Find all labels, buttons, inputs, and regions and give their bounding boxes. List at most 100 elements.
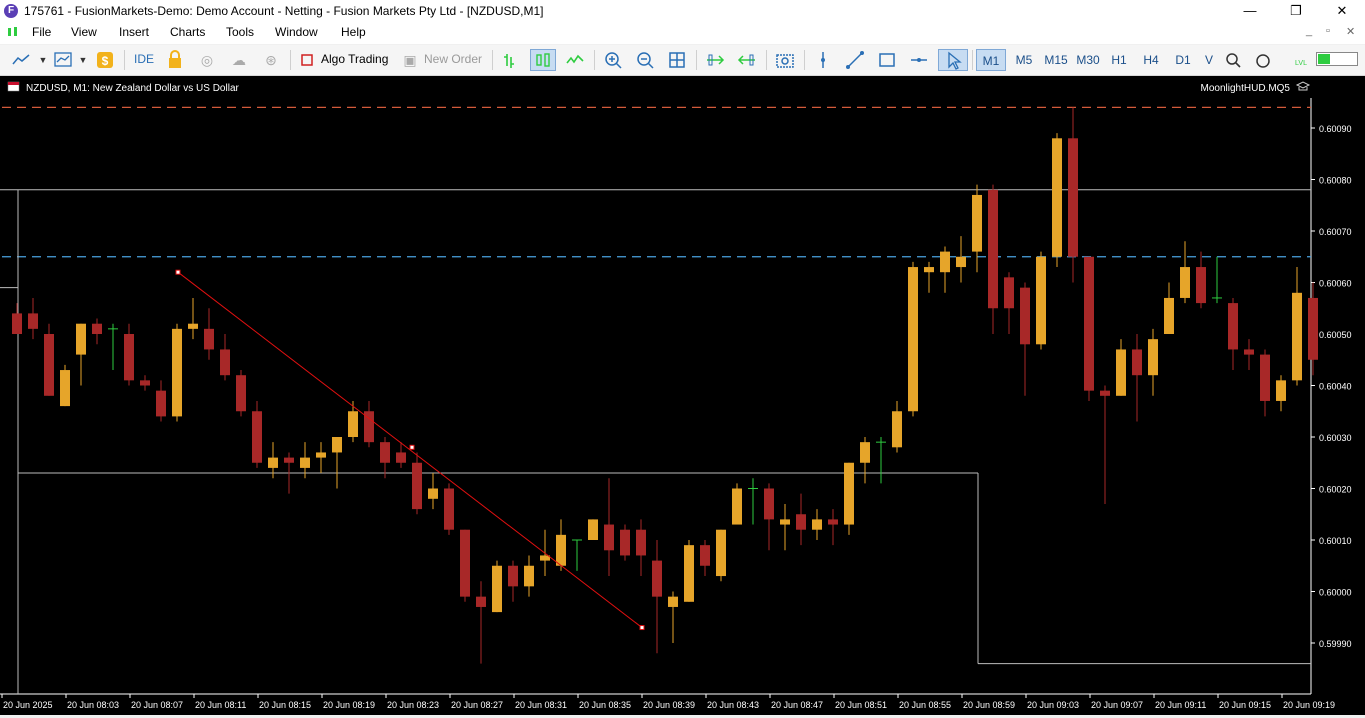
chart-window[interactable]: NZDUSD, M1: New Zealand Dollar vs US Dol… bbox=[0, 76, 1365, 715]
candle-body bbox=[252, 411, 262, 463]
indicators-icon[interactable] bbox=[52, 49, 74, 71]
cursor-icon[interactable] bbox=[938, 49, 968, 71]
candle[interactable] bbox=[620, 524, 630, 561]
zoom-in-icon[interactable] bbox=[602, 49, 624, 71]
candle[interactable] bbox=[60, 364, 70, 407]
candle-body bbox=[268, 457, 278, 468]
candle-body bbox=[684, 545, 694, 602]
timeframe-m1[interactable]: M1 bbox=[976, 49, 1006, 71]
candle-body bbox=[140, 380, 150, 386]
new-order-button[interactable]: New Order bbox=[424, 52, 482, 66]
candle-body bbox=[396, 452, 406, 463]
market-dollar-icon[interactable]: $ bbox=[94, 49, 116, 71]
trendline-icon[interactable] bbox=[844, 49, 866, 71]
candle[interactable] bbox=[716, 529, 726, 582]
chart-background bbox=[0, 76, 1365, 715]
candle[interactable] bbox=[684, 540, 694, 602]
bar-chart-icon[interactable] bbox=[500, 49, 522, 71]
price-tick-label: 0.59990 bbox=[1319, 639, 1352, 649]
chevron-down-icon[interactable]: ▼ bbox=[32, 49, 54, 71]
menu-charts[interactable]: Charts bbox=[170, 25, 205, 39]
candle-body bbox=[780, 519, 790, 525]
autoscroll-icon[interactable] bbox=[704, 49, 726, 71]
line-chart-icon[interactable] bbox=[564, 49, 586, 71]
candle[interactable] bbox=[492, 560, 502, 613]
candle-body bbox=[188, 323, 198, 329]
signal-icon[interactable]: ◎ bbox=[196, 49, 218, 71]
indicator-label: MoonlightHUD.MQ5 bbox=[1201, 83, 1291, 94]
new-order-icon[interactable]: ▣ bbox=[399, 49, 421, 71]
candle[interactable] bbox=[1084, 256, 1094, 401]
candle[interactable] bbox=[460, 529, 470, 602]
timeframe-d1[interactable]: D1 bbox=[1170, 49, 1196, 71]
time-tick-label: 20 Jun 08:11 bbox=[195, 700, 246, 710]
menu-help[interactable]: Help bbox=[341, 25, 366, 39]
screenshot-icon[interactable] bbox=[774, 49, 796, 71]
ide-button[interactable]: IDE bbox=[134, 52, 154, 66]
candlestick-chart-icon[interactable] bbox=[530, 49, 556, 71]
rectangle-tool-icon[interactable] bbox=[876, 49, 898, 71]
menu-insert[interactable]: Insert bbox=[119, 25, 149, 39]
trendline-handle[interactable] bbox=[639, 625, 645, 631]
candle-body bbox=[236, 375, 246, 412]
trendline-handle[interactable] bbox=[409, 444, 415, 450]
restore-button[interactable]: ❐ bbox=[1273, 0, 1319, 22]
candle[interactable] bbox=[1052, 133, 1062, 268]
time-tick-label: 20 Jun 09:11 bbox=[1155, 700, 1206, 710]
vertical-line-icon[interactable] bbox=[812, 49, 834, 71]
candle[interactable] bbox=[732, 483, 742, 525]
cloud-icon[interactable]: ☁ bbox=[228, 49, 250, 71]
candle[interactable] bbox=[1036, 251, 1046, 350]
close-button[interactable]: ✕ bbox=[1319, 0, 1365, 22]
time-tick-label: 20 Jun 09:03 bbox=[1027, 700, 1079, 710]
horizontal-line-icon[interactable] bbox=[908, 49, 930, 71]
algo-trading-stop-icon[interactable] bbox=[296, 49, 318, 71]
candle[interactable] bbox=[908, 261, 918, 417]
candle-body bbox=[60, 370, 70, 407]
candle[interactable] bbox=[236, 370, 246, 417]
menu-tools[interactable]: Tools bbox=[226, 25, 254, 39]
tile-windows-icon[interactable] bbox=[666, 49, 688, 71]
child-minimize-button[interactable]: _ bbox=[1306, 25, 1312, 37]
candle[interactable] bbox=[172, 323, 182, 422]
child-restore-button[interactable]: ▫ bbox=[1326, 25, 1330, 37]
candle[interactable] bbox=[444, 483, 454, 535]
time-tick-label: 20 Jun 08:59 bbox=[963, 700, 1015, 710]
trendline-handle[interactable] bbox=[175, 269, 181, 275]
time-tick-label: 20 Jun 08:39 bbox=[643, 700, 695, 710]
timeframe-h4[interactable]: H4 bbox=[1138, 49, 1164, 71]
chart-shift-icon[interactable] bbox=[736, 49, 758, 71]
vps-icon[interactable]: ⊛ bbox=[260, 49, 282, 71]
time-tick-label: 20 Jun 09:07 bbox=[1091, 700, 1143, 710]
timeframe-h1[interactable]: H1 bbox=[1106, 49, 1132, 71]
timeframe-more[interactable]: V bbox=[1202, 49, 1216, 71]
candle-body bbox=[316, 452, 326, 458]
timeframe-m15[interactable]: M15 bbox=[1041, 49, 1071, 71]
time-tick-label: 20 Jun 09:19 bbox=[1283, 700, 1335, 710]
candle[interactable] bbox=[588, 519, 598, 540]
candle[interactable] bbox=[844, 462, 854, 535]
menu-file[interactable]: File bbox=[32, 25, 51, 39]
minimize-button[interactable]: — bbox=[1227, 0, 1273, 22]
candle[interactable] bbox=[44, 323, 54, 396]
candle-body bbox=[924, 267, 934, 273]
lock-icon[interactable] bbox=[164, 49, 186, 71]
menu-window[interactable]: Window bbox=[275, 25, 318, 39]
timeframe-m30[interactable]: M30 bbox=[1073, 49, 1103, 71]
candle-body bbox=[1020, 287, 1030, 345]
candle-body bbox=[1084, 256, 1094, 391]
time-tick-label: 20 Jun 08:31 bbox=[515, 700, 567, 710]
chevron-down-icon[interactable]: ▼ bbox=[72, 49, 94, 71]
chart-type-line-icon[interactable] bbox=[10, 49, 32, 71]
time-tick-label: 20 Jun 08:27 bbox=[451, 700, 503, 710]
menu-view[interactable]: View bbox=[71, 25, 97, 39]
timeframe-m5[interactable]: M5 bbox=[1010, 49, 1038, 71]
zoom-out-icon[interactable] bbox=[634, 49, 656, 71]
notifications-icon[interactable] bbox=[1252, 49, 1274, 71]
search-icon[interactable] bbox=[1222, 49, 1244, 71]
child-close-button[interactable]: ✕ bbox=[1346, 25, 1355, 38]
algo-trading-button[interactable]: Algo Trading bbox=[321, 52, 388, 66]
level-meter bbox=[1316, 52, 1358, 66]
candle-body bbox=[668, 596, 678, 607]
price-chart[interactable]: NZDUSD, M1: New Zealand Dollar vs US Dol… bbox=[0, 76, 1365, 715]
